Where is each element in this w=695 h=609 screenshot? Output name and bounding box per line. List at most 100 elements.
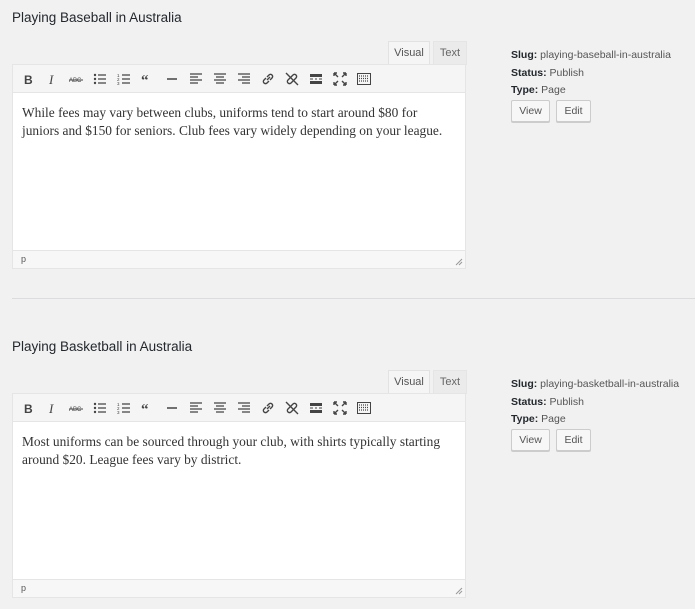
bold-button[interactable]: B [16,396,40,420]
align-right-icon [238,401,250,413]
status-value: Publish [549,66,584,79]
type-label: Type: [511,413,539,425]
blockquote-icon: “ [141,402,149,415]
edit-button[interactable]: Edit [556,429,591,451]
tab-visual[interactable]: Visual [388,370,430,394]
svg-text:B: B [24,402,33,415]
horizontal-rule-icon [167,406,177,409]
align-left-button[interactable] [184,396,208,420]
type-value: Page [541,84,566,96]
link-button[interactable] [256,396,280,420]
slug-label: Slug: [511,49,538,61]
page-meta: Slug: playing-baseball-in-australia Stat… [511,47,671,100]
toolbar-toggle-icon [357,401,371,414]
unlink-icon [285,72,299,85]
svg-text:“: “ [141,73,149,86]
resize-handle-icon[interactable] [455,587,463,595]
blockquote-button[interactable]: “ [136,67,160,91]
page-actions: View Edit [511,100,591,122]
unlink-button[interactable] [280,396,304,420]
element-path[interactable]: p [21,254,26,264]
slug-label: Slug: [511,378,538,390]
toolbar-toggle-button[interactable] [352,67,376,91]
view-button[interactable]: View [511,100,550,122]
svg-text:I: I [48,72,54,86]
fullscreen-button[interactable] [328,396,352,420]
bullet-list-button[interactable] [88,396,112,420]
slug-value: playing-baseball-in-australia [540,49,671,61]
fullscreen-icon [333,400,347,415]
align-right-button[interactable] [232,67,256,91]
italic-button[interactable]: I [40,396,64,420]
align-center-button[interactable] [208,396,232,420]
svg-text:3: 3 [117,410,120,415]
align-left-button[interactable] [184,67,208,91]
link-icon [262,402,274,413]
blockquote-icon: “ [141,73,149,86]
bullet-list-icon [93,402,106,413]
align-right-icon [238,72,250,84]
status-label: Status: [511,395,547,408]
page-actions: View Edit [511,429,591,451]
svg-text:ABC: ABC [69,407,82,413]
editor-statusbar: p [13,250,465,268]
editor-toolbar: B I ABC 1 2 3 “ [13,65,465,93]
svg-text:ABC: ABC [69,78,82,84]
status-value: Publish [549,395,584,408]
bullet-list-button[interactable] [88,67,112,91]
align-center-icon [214,72,226,84]
content-editor: B I ABC 1 2 3 “ While fees may vary between cl… [12,64,466,269]
svg-text:“: “ [141,402,149,415]
element-path[interactable]: p [21,583,26,593]
slug-value: playing-basketball-in-australia [540,378,680,390]
bold-button[interactable]: B [16,67,40,91]
italic-icon: I [48,401,54,415]
content-editor: B I ABC 1 2 3 “ Most uniforms can be sourced t… [12,393,466,598]
tab-text[interactable]: Text [433,41,467,65]
bold-icon: B [24,402,33,415]
editor-content[interactable]: While fees may vary between clubs, unifo… [13,93,465,251]
editor-statusbar: p [13,579,465,597]
strikethrough-icon: ABC [69,78,83,84]
italic-button[interactable]: I [40,67,64,91]
editor-content[interactable]: Most uniforms can be sourced through you… [13,422,465,580]
italic-icon: I [48,72,54,86]
section-divider [12,298,695,299]
fullscreen-button[interactable] [328,67,352,91]
link-button[interactable] [256,67,280,91]
strikethrough-button[interactable]: ABC [64,67,88,91]
blockquote-button[interactable]: “ [136,396,160,420]
numbered-list-button[interactable]: 123 [112,67,136,91]
page-meta: Slug: playing-basketball-in-australia St… [511,376,679,429]
horizontal-rule-button[interactable] [160,67,184,91]
horizontal-rule-button[interactable] [160,396,184,420]
unlink-icon [285,401,299,414]
view-button[interactable]: View [511,429,550,451]
align-center-button[interactable] [208,67,232,91]
bold-icon: B [24,73,33,86]
numbered-list-button[interactable]: 123 [112,396,136,420]
resize-handle-icon[interactable] [455,258,463,266]
bullet-list-icon [93,73,106,84]
toolbar-toggle-icon [357,72,371,85]
toolbar-toggle-button[interactable] [352,396,376,420]
tab-visual[interactable]: Visual [388,41,430,65]
page-title: Playing Baseball in Australia [12,10,182,25]
edit-button[interactable]: Edit [556,100,591,122]
page-section-baseball: Playing Baseball in Australia Visual Tex… [0,0,695,298]
numbered-list-icon: 123 [117,73,130,86]
numbered-list-icon: 123 [117,402,130,415]
svg-text:I: I [48,401,54,415]
read-more-button[interactable] [304,67,328,91]
svg-text:3: 3 [117,81,120,86]
read-more-button[interactable] [304,396,328,420]
fullscreen-icon [333,71,347,86]
tab-text[interactable]: Text [433,370,467,394]
strikethrough-button[interactable]: ABC [64,396,88,420]
align-center-icon [214,401,226,413]
align-left-icon [190,401,202,413]
align-right-button[interactable] [232,396,256,420]
align-left-icon [190,72,202,84]
unlink-button[interactable] [280,67,304,91]
read-more-icon [310,402,322,413]
